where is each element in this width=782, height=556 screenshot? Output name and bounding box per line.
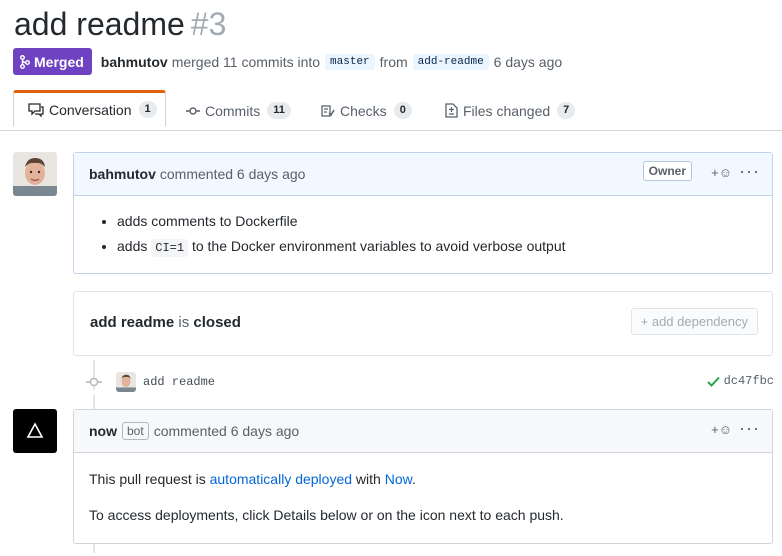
tab-checks-label: Checks	[340, 102, 387, 119]
tab-conversation[interactable]: Conversation 1	[13, 90, 166, 127]
add-reaction-icon[interactable]: +☺	[711, 422, 732, 437]
from-word: from	[379, 53, 408, 70]
tab-commits-label: Commits	[205, 102, 261, 119]
pr-title-text: add readme	[14, 6, 185, 42]
commit-message[interactable]: add readme	[143, 375, 215, 389]
commit-icon	[86, 377, 102, 387]
comment-bullet: adds comments to Dockerfile	[117, 212, 757, 230]
commit-row: add readme dc47fbc	[84, 370, 774, 394]
head-branch[interactable]: add-readme	[412, 53, 489, 70]
comment-paragraph: This pull request is automatically deplo…	[89, 469, 757, 489]
comment-icon	[28, 102, 44, 117]
check-icon[interactable]	[706, 376, 720, 387]
commit-sha[interactable]: dc47fbc	[724, 374, 774, 388]
bahmutov-avatar[interactable]	[13, 152, 57, 196]
comment-header: bahmutov commented 6 days ago Owner +☺ ·…	[74, 153, 772, 196]
bullet-text: adds	[117, 238, 148, 254]
comment-bullet: adds CI=1 to the Docker environment vari…	[117, 237, 757, 257]
comment-meta[interactable]: commented 6 days ago	[160, 166, 306, 182]
paragraph-text: This pull request is	[89, 471, 206, 487]
tab-checks-count: 0	[393, 102, 412, 119]
comment-bahmutov: bahmutov commented 6 days ago Owner +☺ ·…	[73, 152, 773, 274]
dependency-is: is	[178, 314, 190, 331]
tab-conversation-label: Conversation	[49, 101, 132, 118]
paragraph-text: with	[355, 471, 381, 487]
comment-author[interactable]: now	[89, 423, 117, 439]
comment-body: adds comments to Dockerfile adds CI=1 to…	[74, 196, 772, 279]
now-bot-avatar[interactable]	[13, 409, 57, 453]
comment-paragraph: To access deployments, click Details bel…	[89, 507, 564, 523]
merged-badge-label: Merged	[34, 53, 84, 70]
now-link[interactable]: Now	[385, 471, 412, 487]
dependency-status: add readme is closed	[90, 314, 241, 331]
automatically-deployed-link[interactable]: automatically deployed	[210, 471, 352, 487]
tab-commits-count: 11	[267, 102, 291, 119]
checklist-icon	[321, 104, 335, 117]
pr-number: #3	[190, 6, 227, 42]
commit-icon	[186, 106, 200, 115]
owner-badge: Owner	[642, 161, 692, 181]
inline-code: CI=1	[151, 239, 189, 257]
tab-checks[interactable]: Checks 0	[321, 91, 412, 130]
now-logo-icon	[26, 422, 44, 438]
add-reaction-icon[interactable]: +☺	[711, 165, 732, 180]
pr-meta: Merged bahmutov merged 11 commits into m…	[13, 48, 562, 75]
commit-sha-group: dc47fbc	[706, 374, 774, 388]
pr-action: merged 11 commits into	[171, 53, 321, 70]
commit-author-avatar[interactable]	[116, 372, 136, 392]
paragraph-text: .	[411, 471, 416, 487]
pr-title: add readme #3	[14, 4, 226, 44]
tab-files-changed-count: 7	[557, 102, 576, 119]
tab-commits[interactable]: Commits 11	[186, 91, 291, 130]
bot-badge: bot	[122, 422, 149, 440]
pr-author[interactable]: bahmutov	[101, 54, 168, 70]
bullet-text: to the Docker environment variables to a…	[191, 238, 566, 254]
tab-files-changed[interactable]: Files changed 7	[445, 91, 576, 130]
pr-time: 6 days ago	[493, 53, 563, 70]
file-diff-icon	[445, 103, 458, 118]
dependency-box: add readme is closed + add dependency	[73, 291, 773, 356]
tab-files-changed-label: Files changed	[463, 102, 551, 119]
comment-body: This pull request is automatically deplo…	[74, 453, 772, 556]
timeline-line	[93, 395, 95, 409]
merged-badge: Merged	[13, 48, 92, 75]
add-dependency-button[interactable]: + add dependency	[630, 308, 758, 335]
tab-conversation-count: 1	[138, 101, 157, 118]
dependency-name: add readme	[90, 314, 175, 331]
base-branch[interactable]: master	[325, 53, 375, 70]
more-options-icon[interactable]: ···	[739, 161, 760, 182]
more-options-icon[interactable]: ···	[739, 418, 760, 439]
comment-author[interactable]: bahmutov	[89, 166, 156, 182]
merge-icon	[20, 54, 30, 69]
dependency-state: closed	[193, 314, 241, 331]
comment-meta[interactable]: commented 6 days ago	[154, 423, 300, 439]
comment-now: now bot commented 6 days ago +☺ ··· This…	[73, 409, 773, 544]
pr-tabs: Conversation 1 Commits 11 Checks 0 Files…	[0, 90, 782, 131]
comment-header: now bot commented 6 days ago +☺ ···	[74, 410, 772, 453]
